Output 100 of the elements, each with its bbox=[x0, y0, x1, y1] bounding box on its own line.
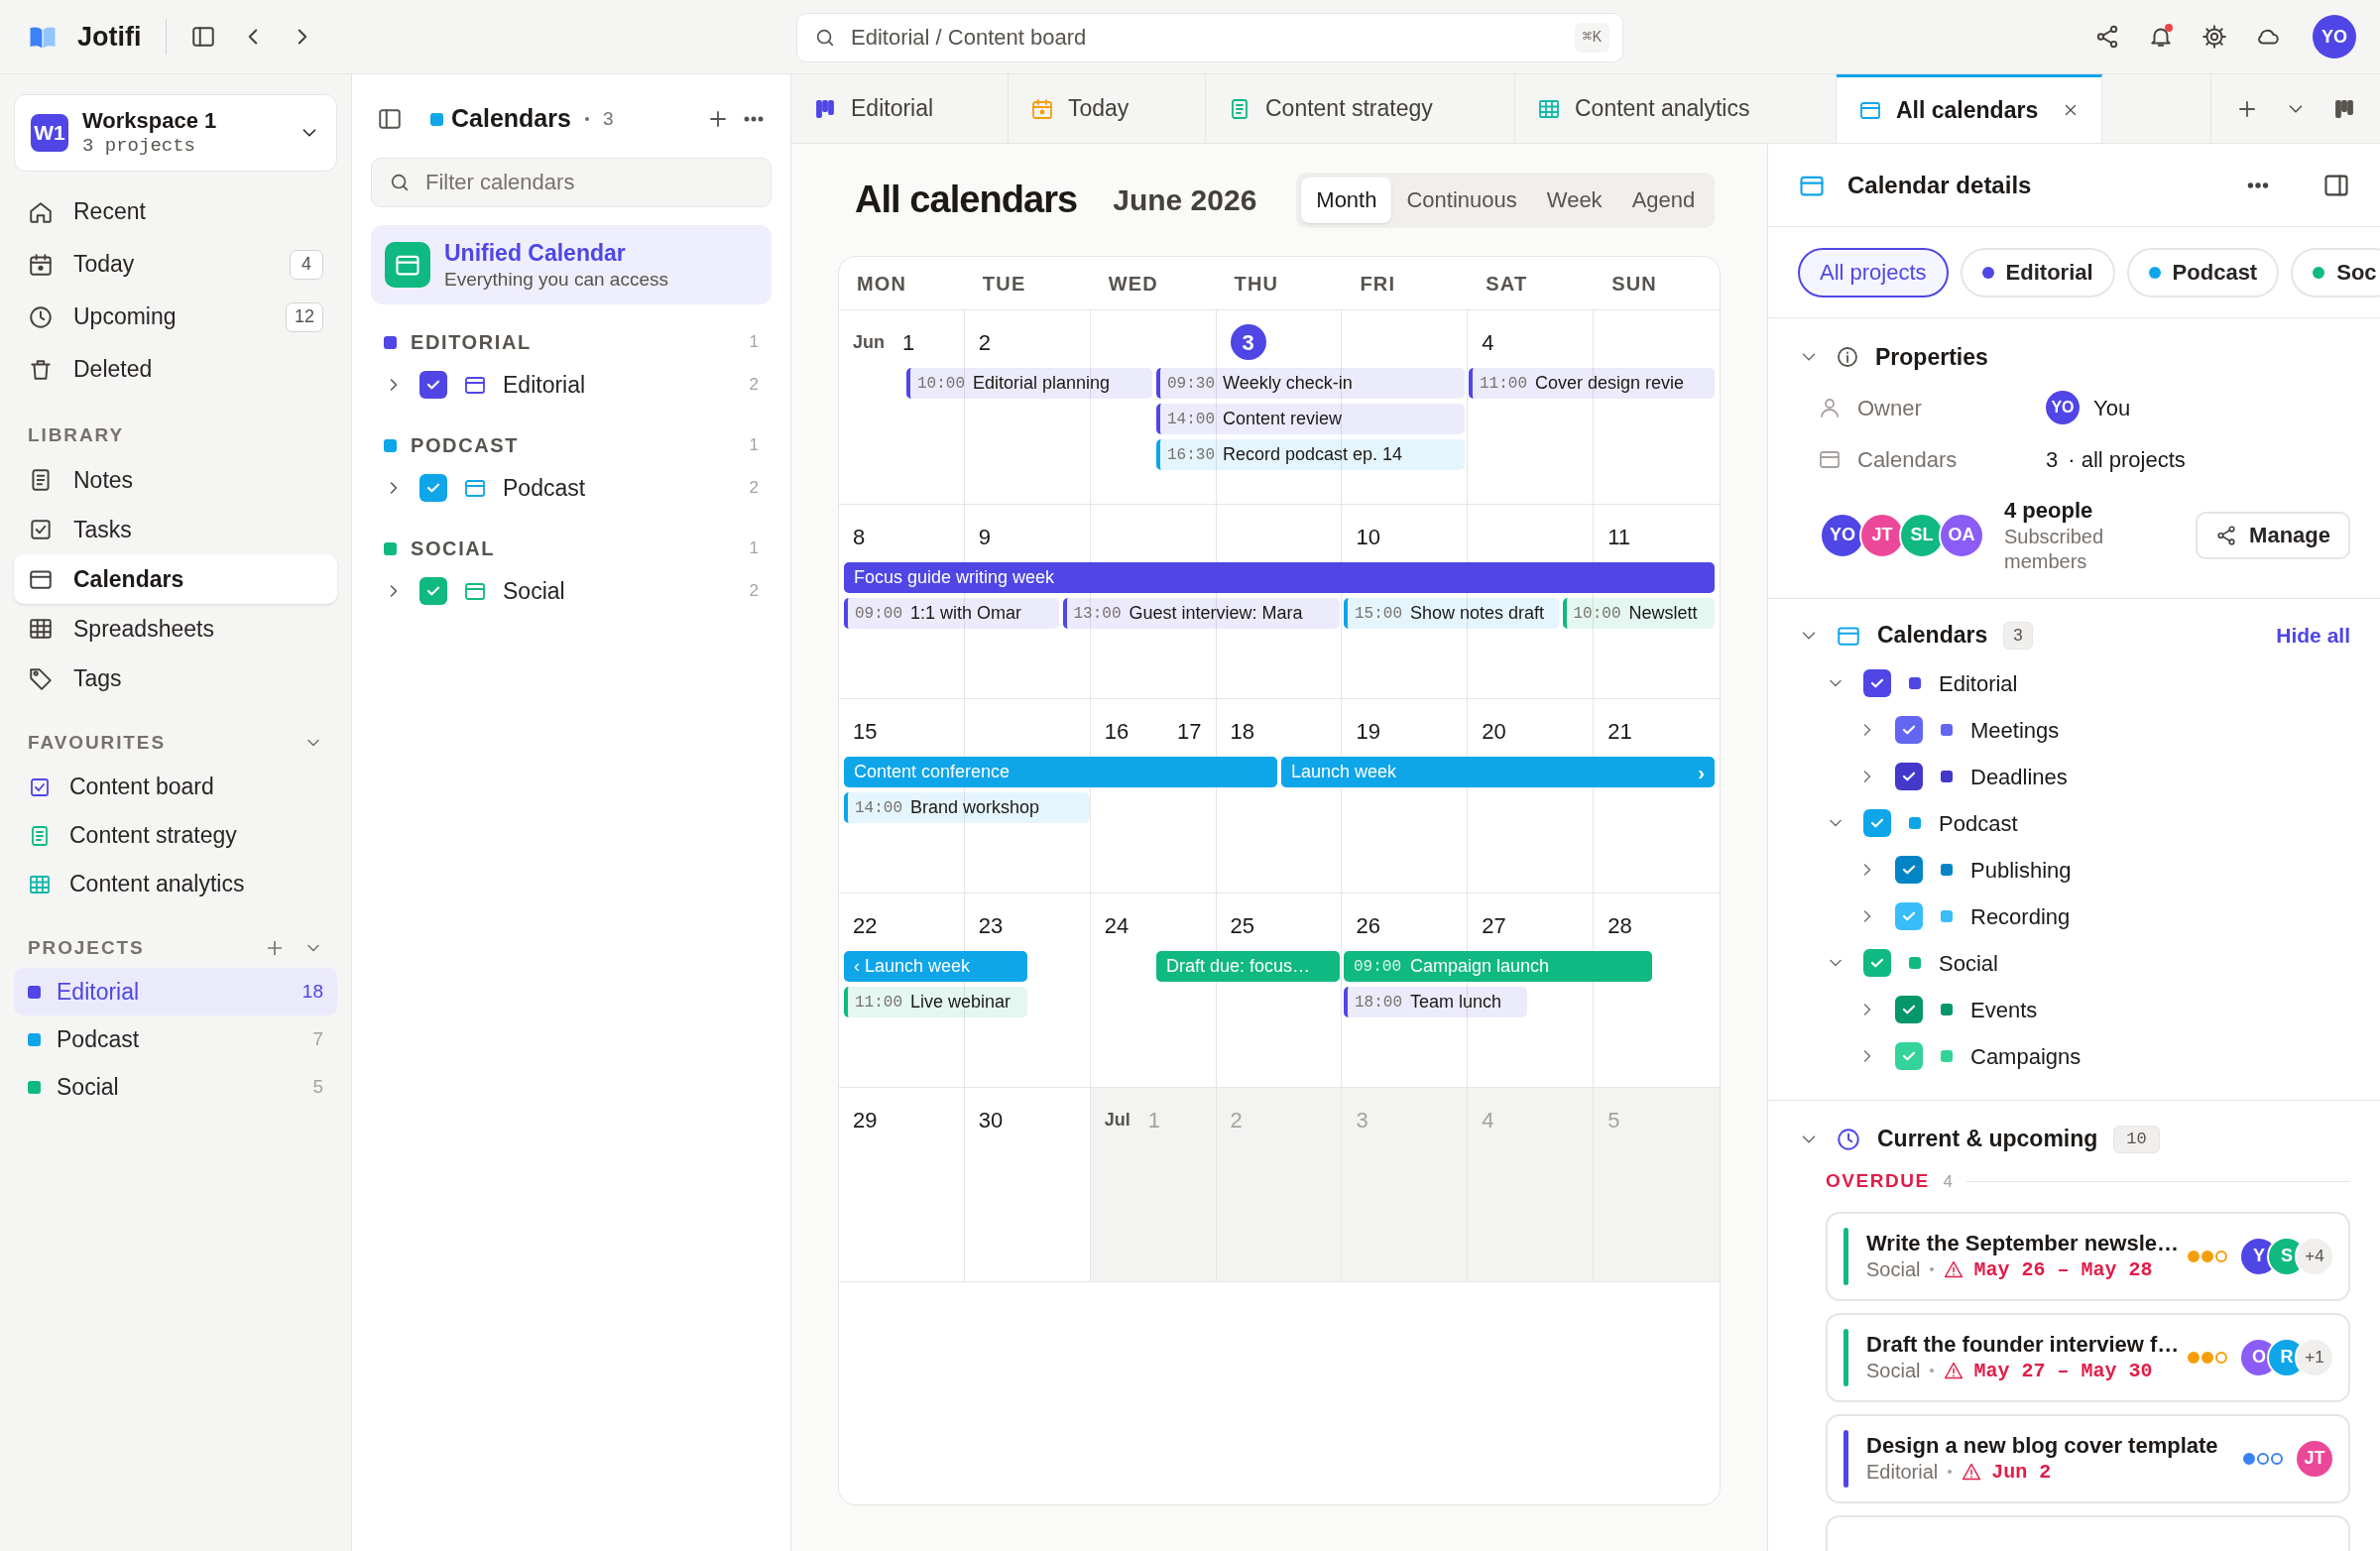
nav-item[interactable]: Today bbox=[73, 247, 135, 282]
event-bar[interactable]: Focus guide writing week bbox=[844, 562, 1715, 593]
checkbox[interactable] bbox=[419, 474, 447, 502]
checkbox[interactable] bbox=[1895, 856, 1923, 884]
event-title: Record podcast ep. 14 bbox=[1223, 443, 1403, 466]
project-item[interactable]: Podcast 7 bbox=[14, 1015, 337, 1063]
count-badge: 12 bbox=[285, 301, 323, 332]
calendar-item[interactable]: Campaigns bbox=[1970, 1039, 2082, 1073]
calendar-item[interactable]: Publishing bbox=[1970, 853, 2072, 887]
sidebar-toggle-icon[interactable] bbox=[189, 24, 216, 50]
event-chip[interactable]: 11:00 Cover design revie bbox=[1469, 368, 1715, 399]
event-chip[interactable]: 14:00 Content review bbox=[1156, 404, 1465, 434]
event-time: 14:00 bbox=[1167, 409, 1215, 430]
day-number: 3 bbox=[1230, 324, 1266, 360]
view-tab[interactable]: Agend bbox=[1616, 177, 1711, 223]
nav-item[interactable]: Upcoming bbox=[73, 299, 177, 334]
event-title: Focus guide writing week bbox=[854, 566, 1055, 589]
nav-item[interactable]: Deleted bbox=[73, 352, 153, 387]
group-heading: PODCAST bbox=[411, 433, 519, 458]
checkbox[interactable] bbox=[1895, 763, 1923, 790]
project-item[interactable]: Social 5 bbox=[14, 1063, 337, 1111]
nav-item[interactable]: Calendars bbox=[14, 554, 337, 604]
calendar-item[interactable]: Meetings bbox=[1970, 713, 2060, 747]
calendar-item[interactable]: Events bbox=[1970, 993, 2038, 1026]
event-chip[interactable]: 18:00 Team lunch bbox=[1344, 987, 1527, 1017]
view-tab[interactable]: Month bbox=[1301, 177, 1392, 223]
checkbox[interactable] bbox=[1863, 809, 1891, 837]
event-title: Weekly check-in bbox=[1223, 372, 1353, 395]
section-title: Calendars bbox=[1877, 621, 1988, 651]
event-title: Live webinar bbox=[910, 991, 1012, 1014]
tab[interactable]: Content strategy bbox=[1206, 74, 1515, 143]
calendar-item[interactable]: Editorial bbox=[503, 367, 586, 403]
month-label: June 2026 bbox=[1113, 182, 1257, 218]
nav-item[interactable]: Notes bbox=[14, 455, 337, 505]
event-chip[interactable]: 10:00 Editorial planning bbox=[906, 368, 1152, 399]
favourite-item[interactable]: Content strategy bbox=[69, 818, 237, 853]
event-time: 09:30 bbox=[1167, 373, 1215, 395]
checkbox[interactable] bbox=[1895, 996, 1923, 1023]
tab[interactable]: Today bbox=[1009, 74, 1206, 143]
settings-icon[interactable] bbox=[2202, 24, 2227, 50]
view-tab[interactable]: Week bbox=[1531, 177, 1617, 223]
checkbox[interactable] bbox=[419, 371, 447, 399]
nav-item[interactable]: Spreadsheets bbox=[14, 604, 337, 654]
section-heading: FAVOURITES bbox=[28, 730, 166, 755]
task-title[interactable]: Design a new blog cover template bbox=[1866, 1432, 2218, 1460]
tab[interactable]: Editorial bbox=[791, 74, 1009, 143]
event-chip[interactable]: 13:00 Guest interview: Mara bbox=[1062, 598, 1340, 629]
count-badge: 10 bbox=[2113, 1125, 2160, 1153]
event-chip[interactable]: 09:00 1:1 with Omar bbox=[844, 598, 1059, 629]
share-icon[interactable] bbox=[2094, 24, 2120, 50]
event-chip[interactable]: 11:00 Live webinar bbox=[844, 987, 1027, 1017]
filter-chip[interactable]: Editorial bbox=[1960, 247, 2115, 298]
filter-chip[interactable]: Soc bbox=[2291, 247, 2380, 298]
checkbox[interactable] bbox=[419, 577, 447, 605]
task-title[interactable]: Draft the founder interview f… bbox=[1866, 1331, 2180, 1359]
checkbox[interactable] bbox=[1863, 949, 1891, 977]
checkbox[interactable] bbox=[1863, 669, 1891, 697]
event-chip[interactable]: 09:30 Weekly check-in bbox=[1156, 368, 1465, 399]
share-icon bbox=[2215, 524, 2238, 546]
checkbox[interactable] bbox=[1895, 902, 1923, 930]
calendar-item[interactable]: Social bbox=[503, 573, 565, 609]
task-title[interactable]: Write the September newsle… bbox=[1866, 1230, 2179, 1257]
filter-chip[interactable]: Podcast bbox=[2126, 247, 2280, 298]
filter-chip[interactable]: All projects bbox=[1798, 247, 1949, 298]
event-chip[interactable]: 14:00 Brand workshop bbox=[844, 792, 1090, 823]
avatar: OA bbox=[1939, 512, 1984, 558]
checkbox[interactable] bbox=[1895, 1042, 1923, 1070]
event-title: Draft due: focus… bbox=[1166, 955, 1311, 978]
event-chip[interactable]: 15:00 Show notes draft bbox=[1344, 598, 1559, 629]
task-project: Social bbox=[1866, 1358, 1921, 1383]
day-number: 11 bbox=[1607, 523, 1630, 551]
nav-item[interactable]: Recent bbox=[73, 194, 146, 229]
nav-item[interactable]: Tags bbox=[14, 654, 337, 703]
filter-field[interactable]: Filter calendars bbox=[371, 158, 772, 207]
checkbox-icon bbox=[28, 517, 54, 542]
checkbox[interactable] bbox=[1895, 716, 1923, 744]
project-item[interactable]: Editorial 18 bbox=[14, 968, 337, 1015]
calendar-item[interactable]: Editorial bbox=[1939, 666, 2018, 700]
manage-button[interactable]: Manage bbox=[2196, 511, 2350, 559]
calendar-item[interactable]: Recording bbox=[1970, 899, 2071, 933]
calendar-item[interactable]: Podcast bbox=[503, 470, 586, 506]
section-title: Current & upcoming bbox=[1877, 1125, 2098, 1154]
bell-icon[interactable] bbox=[2148, 24, 2174, 50]
event-title: Editorial planning bbox=[973, 372, 1111, 395]
sidebar-toggle-icon[interactable] bbox=[377, 106, 403, 132]
nav-item[interactable]: Tasks bbox=[14, 505, 337, 554]
favourite-item[interactable]: Content analytics bbox=[69, 867, 245, 901]
event-chip[interactable]: 10:00 Newslett bbox=[1562, 598, 1715, 629]
calendar-item[interactable]: Deadlines bbox=[1970, 760, 2068, 793]
hide-all-link[interactable]: Hide all bbox=[2276, 619, 2350, 652]
event-chip[interactable]: 16:30 Record podcast ep. 14 bbox=[1156, 439, 1465, 470]
view-tab[interactable]: Continuous bbox=[1391, 177, 1532, 223]
group-heading: EDITORIAL bbox=[411, 330, 532, 355]
tab[interactable]: All calendars bbox=[1837, 74, 2102, 143]
calendar-item[interactable]: Social bbox=[1939, 946, 1998, 980]
event-title: Campaign launch bbox=[1410, 955, 1550, 978]
unified-calendar-item[interactable]: Unified Calendar Everything you can access bbox=[371, 225, 772, 304]
calendar-item[interactable]: Podcast bbox=[1939, 806, 2018, 840]
favourite-item[interactable]: Content board bbox=[69, 770, 214, 804]
day-number: 17 bbox=[1177, 717, 1202, 746]
